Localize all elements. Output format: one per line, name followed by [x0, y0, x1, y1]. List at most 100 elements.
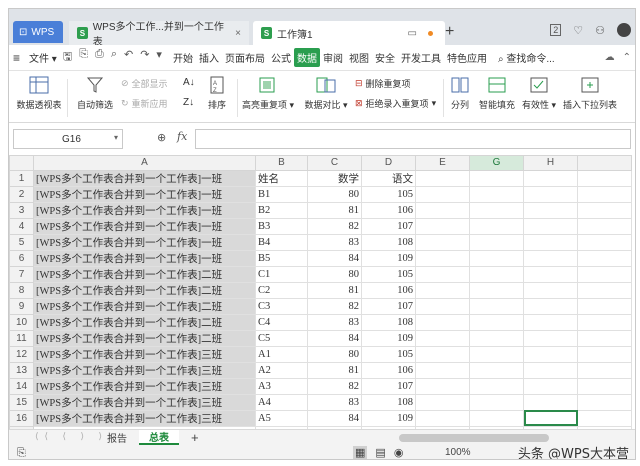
cell[interactable]: A3: [255, 377, 308, 395]
cell[interactable]: 81: [307, 361, 362, 379]
row-header[interactable]: 13: [9, 361, 34, 379]
pivot-table-button[interactable]: 数据透视表: [15, 75, 63, 111]
cell[interactable]: [577, 233, 632, 251]
cell[interactable]: [415, 233, 470, 251]
print-preview-icon[interactable]: ⌕: [111, 48, 117, 67]
cell[interactable]: 80: [307, 345, 362, 363]
cell[interactable]: [415, 297, 470, 315]
cell[interactable]: [WPS多个工作表合并到一个工作表]三班: [33, 409, 256, 427]
cell[interactable]: [WPS多个工作表合并到一个工作表]三班: [33, 345, 256, 363]
hamburger-icon[interactable]: ≡: [13, 51, 27, 65]
tab-workbook1[interactable]: S 工作簿1 ▭: [253, 21, 445, 45]
row-header[interactable]: 16: [9, 409, 34, 427]
cell[interactable]: [577, 297, 632, 315]
cell[interactable]: 105: [361, 185, 416, 203]
cell[interactable]: [415, 313, 470, 331]
menu-item-insert[interactable]: 插入: [196, 50, 222, 65]
reject-duplicates-button[interactable]: ⊠ 拒绝录入重复项 ▾: [355, 97, 436, 110]
row-header[interactable]: 11: [9, 329, 34, 347]
cell[interactable]: [469, 185, 524, 203]
cell[interactable]: [577, 201, 632, 219]
collapse-ribbon-icon[interactable]: ⌃: [623, 52, 631, 63]
cell[interactable]: 106: [361, 361, 416, 379]
column-header[interactable]: E: [415, 155, 470, 171]
row-header[interactable]: 9: [9, 297, 34, 315]
sort-ascending-icon[interactable]: A↓: [183, 77, 195, 88]
cell[interactable]: B2: [255, 201, 308, 219]
remove-duplicates-button[interactable]: ⊟ 删除重复项: [355, 77, 411, 90]
menu-item-features[interactable]: 特色应用: [444, 50, 490, 65]
cell[interactable]: [415, 377, 470, 395]
menu-item-developer[interactable]: 开发工具: [398, 50, 444, 65]
cell[interactable]: [415, 329, 470, 347]
cell[interactable]: B5: [255, 249, 308, 267]
cell[interactable]: 105: [361, 345, 416, 363]
select-all-corner[interactable]: [9, 155, 34, 171]
cell[interactable]: [469, 281, 524, 299]
cell[interactable]: [577, 217, 632, 235]
sheet-tab-summary[interactable]: 总表: [139, 430, 179, 445]
cell[interactable]: [WPS多个工作表合并到一个工作表]二班: [33, 265, 256, 283]
cell[interactable]: [WPS多个工作表合并到一个工作表]二班: [33, 313, 256, 331]
cell[interactable]: [577, 169, 632, 187]
row-header[interactable]: 5: [9, 233, 34, 251]
cell[interactable]: 81: [307, 281, 362, 299]
cell[interactable]: [WPS多个工作表合并到一个工作表]一班: [33, 233, 256, 251]
macro-icon[interactable]: ⎘: [17, 447, 26, 459]
cell[interactable]: [577, 281, 632, 299]
split-column-button[interactable]: 分列: [445, 75, 475, 111]
cell[interactable]: [523, 217, 578, 235]
cell[interactable]: [469, 201, 524, 219]
add-sheet-button[interactable]: +: [181, 430, 209, 445]
cell[interactable]: 姓名: [255, 169, 308, 187]
formula-input[interactable]: [195, 129, 631, 149]
active-cell[interactable]: [523, 409, 578, 427]
new-tab-button[interactable]: +: [445, 23, 454, 41]
cell[interactable]: [469, 217, 524, 235]
cell[interactable]: [523, 169, 578, 187]
sort-button[interactable]: AZ 排序: [201, 75, 233, 111]
cell[interactable]: [WPS多个工作表合并到一个工作表]三班: [33, 361, 256, 379]
cell[interactable]: 108: [361, 313, 416, 331]
cell[interactable]: A5: [255, 409, 308, 427]
apps-icon[interactable]: ⚇: [595, 24, 605, 37]
cell[interactable]: [577, 393, 632, 411]
cell[interactable]: [469, 265, 524, 283]
column-header[interactable]: A: [33, 155, 256, 171]
cell[interactable]: [523, 297, 578, 315]
cell[interactable]: [577, 409, 632, 427]
cell[interactable]: 82: [307, 377, 362, 395]
cell[interactable]: [415, 281, 470, 299]
cell[interactable]: 83: [307, 233, 362, 251]
cell[interactable]: 109: [361, 409, 416, 427]
skin-icon[interactable]: ♡: [573, 24, 583, 37]
cell[interactable]: 109: [361, 329, 416, 347]
cell[interactable]: [415, 361, 470, 379]
validity-button[interactable]: 有效性 ▾: [519, 75, 559, 111]
cell[interactable]: [WPS多个工作表合并到一个工作表]一班: [33, 185, 256, 203]
fx-icon[interactable]: fx: [177, 130, 187, 143]
cell[interactable]: C1: [255, 265, 308, 283]
row-header[interactable]: 6: [9, 249, 34, 267]
cell[interactable]: [523, 281, 578, 299]
row-header[interactable]: 10: [9, 313, 34, 331]
cell[interactable]: [577, 313, 632, 331]
cell[interactable]: [523, 313, 578, 331]
cell[interactable]: 107: [361, 217, 416, 235]
menu-item-view[interactable]: 视图: [346, 50, 372, 65]
cell[interactable]: [469, 409, 524, 427]
avatar[interactable]: [617, 23, 631, 37]
menu-item-page-layout[interactable]: 页面布局: [222, 50, 268, 65]
cell[interactable]: 80: [307, 265, 362, 283]
cell[interactable]: C3: [255, 297, 308, 315]
cell[interactable]: 84: [307, 329, 362, 347]
cell[interactable]: [469, 361, 524, 379]
normal-view-icon[interactable]: ▦: [353, 446, 368, 459]
menu-item-formulas[interactable]: 公式: [268, 50, 294, 65]
cell[interactable]: 83: [307, 393, 362, 411]
cell[interactable]: [WPS多个工作表合并到一个工作表]一班: [33, 249, 256, 267]
cell[interactable]: [523, 329, 578, 347]
cell[interactable]: [415, 217, 470, 235]
cell[interactable]: 106: [361, 281, 416, 299]
cell[interactable]: [523, 361, 578, 379]
